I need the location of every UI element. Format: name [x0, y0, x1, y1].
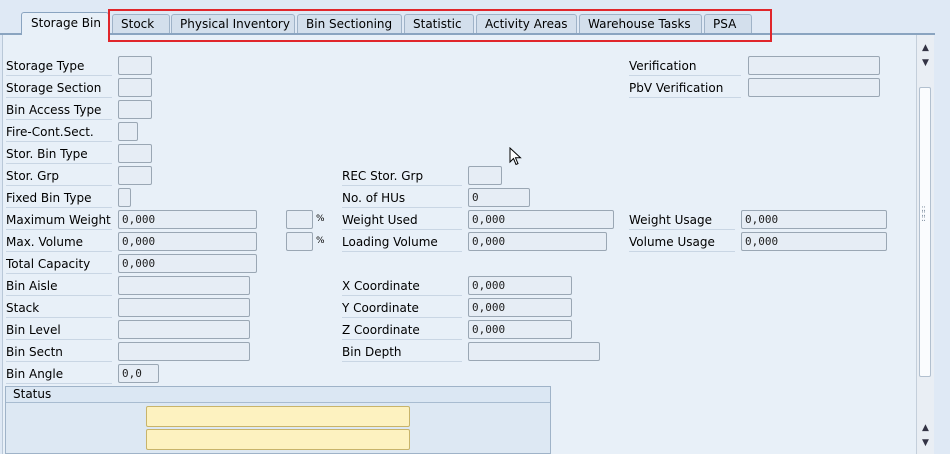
max-volume-field[interactable]: 0,000 [118, 232, 257, 251]
maximum-weight-label: Maximum Weight [6, 210, 112, 230]
volume-usage-field[interactable]: 0,000 [741, 232, 887, 251]
loading-volume-field[interactable]: 0,000 [468, 232, 607, 251]
total-capacity-label: Total Capacity [6, 254, 112, 274]
weight-usage-label: Weight Usage [629, 210, 735, 230]
vertical-scrollbar[interactable]: ▲ ▼ ▲ ▼ [916, 35, 934, 454]
no-of-hus-field[interactable]: 0 [468, 188, 530, 207]
bin-angle-label: Bin Angle [6, 364, 112, 384]
y-coordinate-field[interactable]: 0,000 [468, 298, 572, 317]
stor-bin-type-field[interactable] [118, 144, 152, 163]
stor-grp-field[interactable] [118, 166, 152, 185]
stack-label: Stack [6, 298, 112, 318]
status-field-2[interactable] [146, 429, 410, 450]
bin-level-field[interactable] [118, 320, 250, 339]
fire-cont-sect-field[interactable] [118, 122, 138, 141]
bin-angle-field[interactable]: 0,0 [118, 364, 159, 383]
bin-level-label: Bin Level [6, 320, 112, 340]
weight-usage-field[interactable]: 0,000 [741, 210, 887, 229]
status-group-title: Status [6, 387, 550, 403]
maximum-weight-field[interactable]: 0,000 [118, 210, 257, 229]
scroll-bottom-down-icon[interactable]: ▼ [917, 436, 934, 450]
max-volume-pct-unit: % [316, 236, 325, 246]
tab-warehouse-tasks[interactable]: Warehouse Tasks [579, 14, 702, 34]
bin-access-type-field[interactable] [118, 100, 152, 119]
bin-sectn-label: Bin Sectn [6, 342, 112, 362]
maximum-weight-pct-field[interactable] [286, 210, 313, 229]
pbv-verification-field[interactable] [748, 78, 880, 97]
tab-strip: Storage Bin Stock Physical Inventory Bin… [0, 0, 950, 42]
scroll-up-icon[interactable]: ▲ [917, 41, 934, 55]
bin-access-type-label: Bin Access Type [6, 100, 112, 120]
tab-stock[interactable]: Stock [112, 14, 170, 34]
maximum-weight-pct-unit: % [316, 214, 325, 224]
storage-section-field[interactable] [118, 78, 152, 97]
fixed-bin-type-checkbox[interactable] [118, 188, 131, 207]
mouse-cursor-icon [509, 147, 522, 166]
splitter-grip-icon[interactable]: :::::: [921, 205, 929, 227]
storage-section-label: Storage Section [6, 78, 112, 98]
pbv-verification-label: PbV Verification [629, 78, 741, 98]
z-coordinate-label: Z Coordinate [342, 320, 462, 340]
total-capacity-field[interactable]: 0,000 [118, 254, 257, 273]
verification-label: Verification [629, 56, 741, 76]
loading-volume-label: Loading Volume [342, 232, 462, 252]
storage-type-field[interactable] [118, 56, 152, 75]
storage-type-label: Storage Type [6, 56, 112, 76]
rec-stor-grp-label: REC Stor. Grp [342, 166, 462, 186]
status-group: Status [5, 386, 551, 454]
tab-physical-inventory[interactable]: Physical Inventory [171, 14, 295, 34]
max-volume-pct-field[interactable] [286, 232, 313, 251]
tab-storage-bin[interactable]: Storage Bin [21, 12, 109, 35]
volume-usage-label: Volume Usage [629, 232, 735, 252]
x-coordinate-field[interactable]: 0,000 [468, 276, 572, 295]
fire-cont-sect-label: Fire-Cont.Sect. [6, 122, 112, 142]
bin-aisle-field[interactable] [118, 276, 250, 295]
scrollbar-thumb[interactable] [919, 87, 931, 377]
tab-activity-areas[interactable]: Activity Areas [476, 14, 577, 34]
bin-depth-label: Bin Depth [342, 342, 462, 362]
verification-field[interactable] [748, 56, 880, 75]
stor-grp-label: Stor. Grp [6, 166, 112, 186]
tab-bin-sectioning[interactable]: Bin Sectioning [297, 14, 402, 34]
stack-field[interactable] [118, 298, 250, 317]
scroll-bottom-up-icon[interactable]: ▲ [917, 421, 934, 435]
no-of-hus-label: No. of HUs [342, 188, 462, 208]
y-coordinate-label: Y Coordinate [342, 298, 462, 318]
max-volume-label: Max. Volume [6, 232, 112, 252]
bin-depth-field[interactable] [468, 342, 600, 361]
status-field-1[interactable] [146, 406, 410, 427]
weight-used-label: Weight Used [342, 210, 462, 230]
weight-used-field[interactable]: 0,000 [468, 210, 614, 229]
tab-psa[interactable]: PSA [704, 14, 752, 34]
stor-bin-type-label: Stor. Bin Type [6, 144, 112, 164]
bin-aisle-label: Bin Aisle [6, 276, 112, 296]
x-coordinate-label: X Coordinate [342, 276, 462, 296]
z-coordinate-field[interactable]: 0,000 [468, 320, 572, 339]
fixed-bin-type-label: Fixed Bin Type [6, 188, 112, 208]
bin-sectn-field[interactable] [118, 342, 250, 361]
scroll-down-icon[interactable]: ▼ [917, 56, 934, 70]
rec-stor-grp-field[interactable] [468, 166, 502, 185]
tab-statistic[interactable]: Statistic [404, 14, 474, 34]
